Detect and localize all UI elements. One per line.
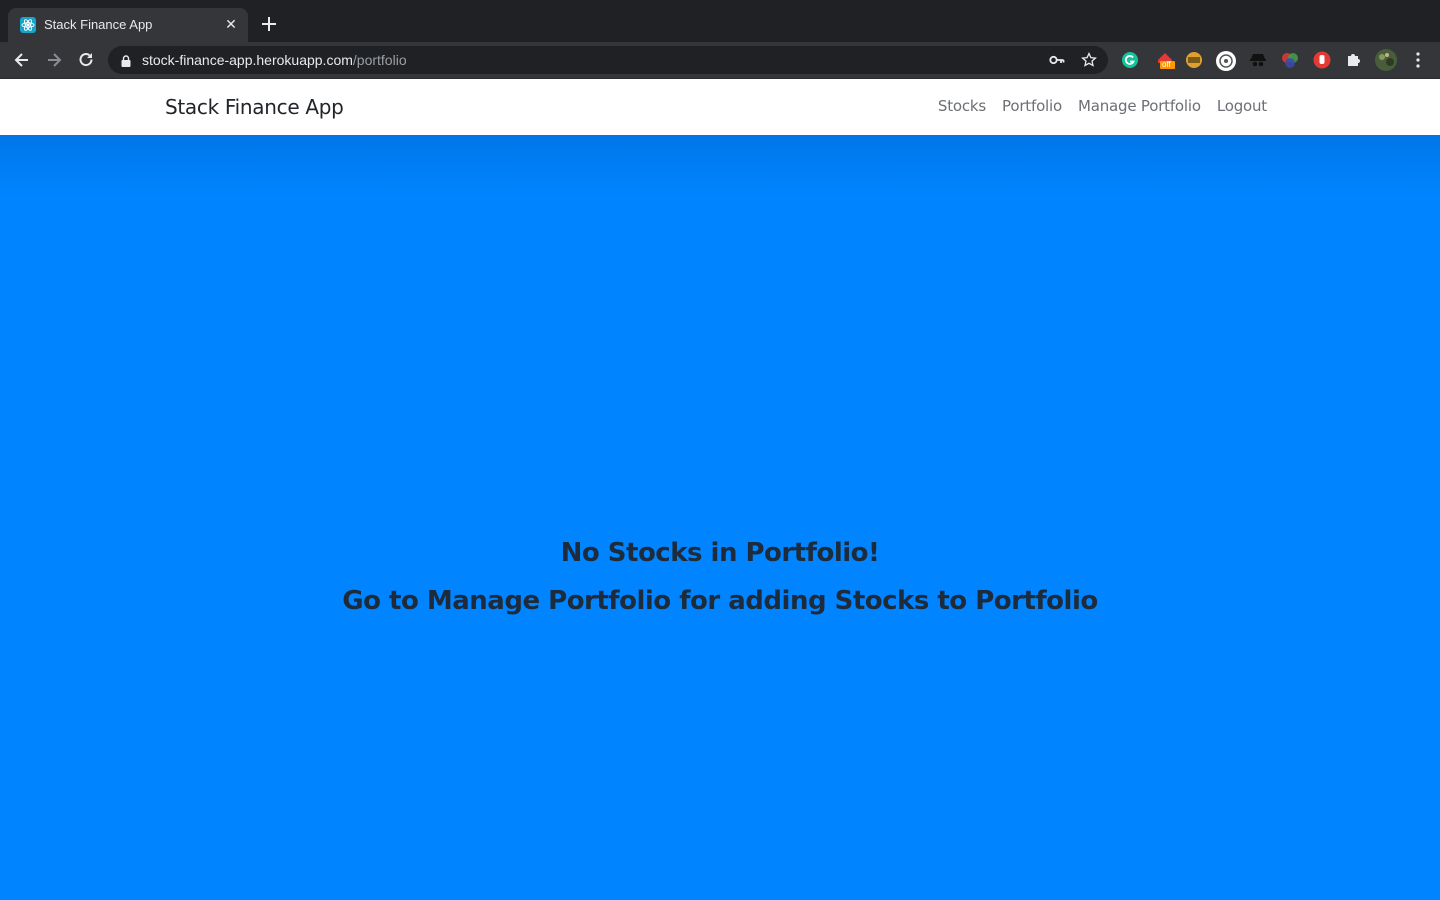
url-text: stock-finance-app.herokuapp.com/portfoli… (142, 52, 407, 68)
spy-extension-icon[interactable] (1248, 50, 1268, 70)
main-content: No Stocks in Portfolio! Go to Manage Por… (0, 135, 1440, 900)
url-path: /portfolio (352, 52, 407, 68)
empty-portfolio-title: No Stocks in Portfolio! (560, 538, 880, 568)
extension-badge-text: off (1162, 60, 1171, 69)
react-favicon-icon (20, 17, 36, 33)
color-wheel-extension-icon[interactable] (1280, 50, 1300, 70)
browser-toolbar: stock-finance-app.herokuapp.com/portfoli… (0, 42, 1440, 78)
brand-link[interactable]: Stack Finance App (165, 95, 344, 119)
reload-icon[interactable] (76, 50, 96, 70)
forward-arrow-icon[interactable] (44, 50, 64, 70)
tab-close-icon[interactable]: ✕ (222, 15, 240, 33)
url-host: stock-finance-app.herokuapp.com (142, 52, 353, 68)
nav-link-stocks[interactable]: Stocks (938, 97, 986, 115)
browser-tab-strip: Stack Finance App ✕ (0, 0, 1440, 42)
browser-tab[interactable]: Stack Finance App ✕ (8, 8, 248, 42)
puzzle-extensions-icon[interactable] (1344, 50, 1364, 70)
nav-link-portfolio[interactable]: Portfolio (1002, 97, 1062, 115)
nav-links: Stocks Portfolio Manage Portfolio Logout (938, 97, 1267, 115)
nav-link-manage-portfolio[interactable]: Manage Portfolio (1078, 97, 1201, 115)
hand-block-extension-icon[interactable] (1312, 50, 1332, 70)
lock-icon (121, 54, 131, 67)
grammarly-icon[interactable] (1120, 50, 1140, 70)
bookmark-star-icon[interactable] (1081, 51, 1097, 68)
key-icon[interactable] (1049, 53, 1065, 67)
txt-extension-icon[interactable] (1184, 50, 1204, 70)
avatar-icon[interactable] (1375, 49, 1397, 71)
more-menu-icon[interactable] (1410, 50, 1430, 70)
back-arrow-icon[interactable] (12, 50, 32, 70)
app-navbar: Stack Finance App Stocks Portfolio Manag… (0, 79, 1440, 135)
off-badge-extension-icon[interactable]: off (1155, 50, 1175, 70)
new-tab-plus-icon[interactable] (258, 13, 280, 35)
nav-link-logout[interactable]: Logout (1217, 97, 1267, 115)
tab-title: Stack Finance App (44, 17, 153, 32)
circle-extension-icon[interactable] (1215, 50, 1236, 71)
address-bar[interactable]: stock-finance-app.herokuapp.com/portfoli… (108, 46, 1108, 74)
empty-portfolio-subtitle: Go to Manage Portfolio for adding Stocks… (342, 586, 1098, 616)
